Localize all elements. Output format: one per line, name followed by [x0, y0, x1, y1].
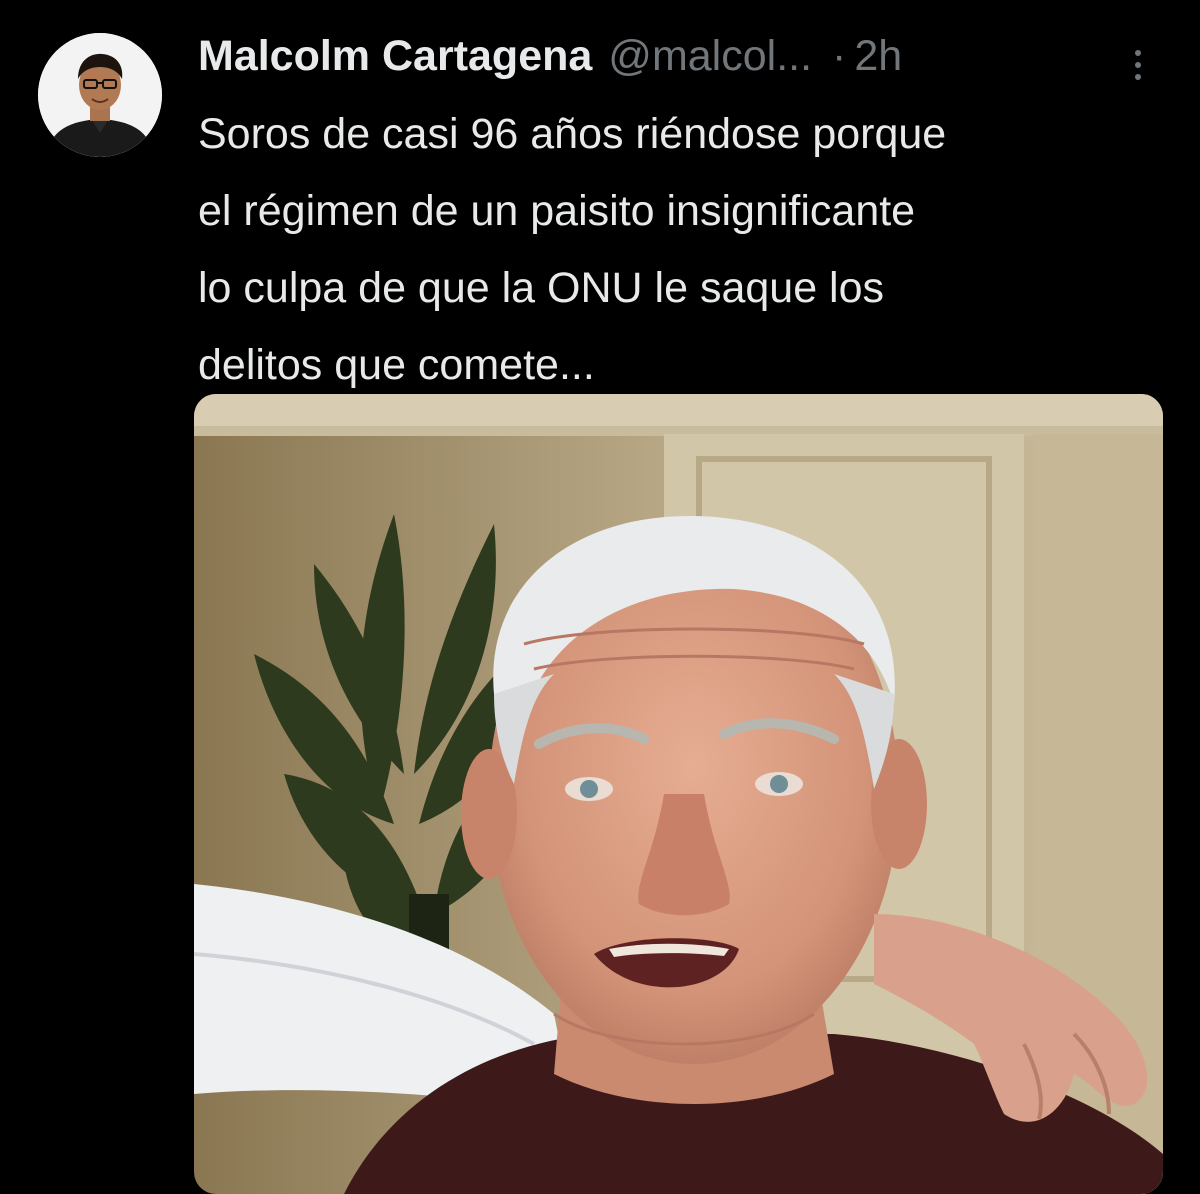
photo-image [194, 394, 1163, 1194]
tweet-text-line: el régimen de un paisito insignificante [198, 187, 916, 235]
separator-dot: · [832, 31, 847, 80]
tweet-text-line: Soros de casi 96 años riéndose porque [198, 110, 947, 158]
tweet-text-line: delitos que comete... [198, 341, 595, 389]
tweet-text-line: lo culpa de que la ONU le saque los [198, 264, 885, 312]
author-avatar[interactable] [38, 33, 162, 157]
more-vertical-icon[interactable] [1126, 48, 1150, 82]
author-handle[interactable]: @malcol... [608, 32, 812, 81]
tweet-header: Malcolm Cartagena @malcol... · 2h [198, 26, 1158, 86]
author-display-name[interactable]: Malcolm Cartagena [198, 32, 592, 81]
tweet-text: Soros de casi 96 años riéndose porque el… [198, 96, 1158, 404]
avatar-photo [38, 33, 162, 157]
tweet-media-photo[interactable] [194, 394, 1163, 1194]
tweet-timestamp[interactable]: 2h [854, 32, 902, 81]
tweet-card[interactable]: Malcolm Cartagena @malcol... · 2h Soros … [0, 0, 1200, 1194]
